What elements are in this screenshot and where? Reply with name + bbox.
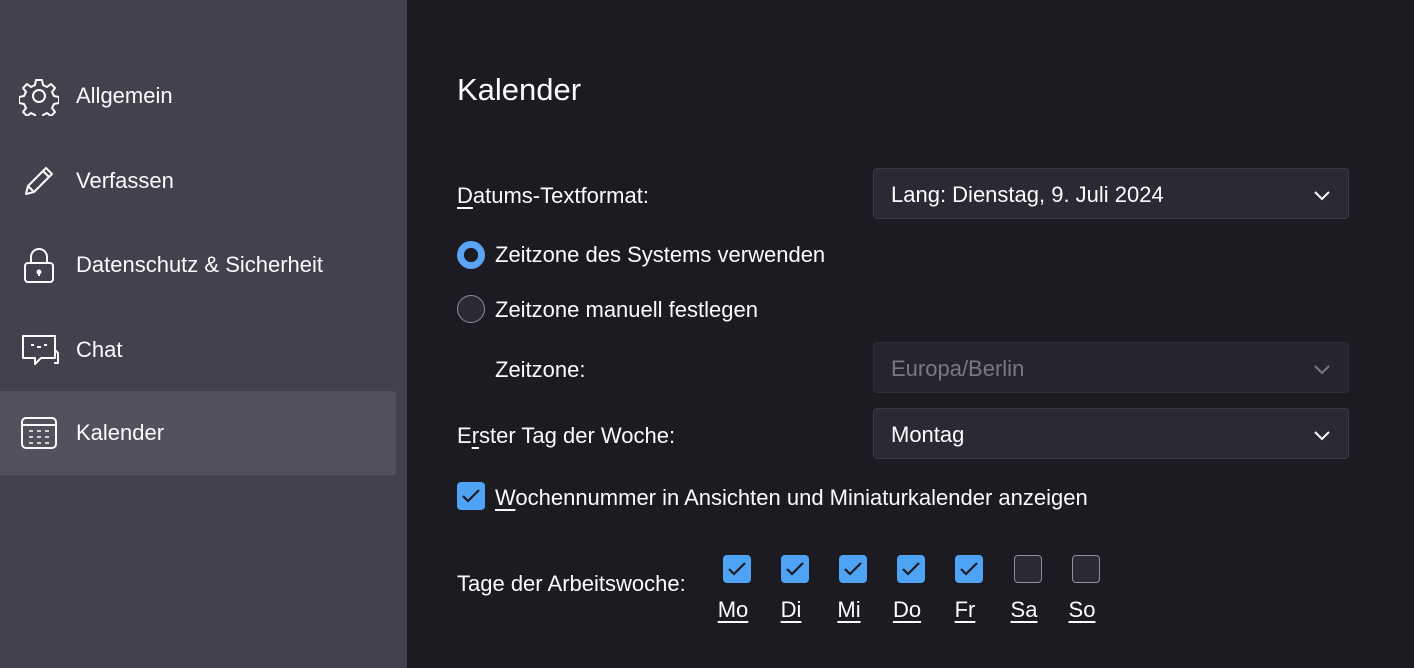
workweek-day-di-checkbox[interactable] [781, 555, 809, 583]
week-numbers-label: Wochennummer in Ansichten und Miniaturka… [495, 485, 1088, 510]
sidebar-item-label: Chat [76, 337, 123, 362]
sidebar-item-verfassen[interactable]: Verfassen [0, 139, 396, 223]
lock-icon [19, 245, 59, 285]
gear-icon [19, 76, 59, 116]
sidebar-item-label: Datenschutz & Sicherheit [76, 252, 324, 277]
workweek-day-label: Do [892, 597, 922, 622]
first-day-select[interactable]: Montag [873, 408, 1349, 459]
timezone-select[interactable]: Europa/Berlin [873, 342, 1349, 393]
workweek-day-mo-checkbox[interactable] [723, 555, 751, 583]
date-format-label: Datums-Textformat: [457, 183, 649, 208]
workweek-label: Tage der Arbeitswoche: [457, 571, 686, 596]
chevron-down-icon [1314, 365, 1330, 375]
checkmark-icon [728, 562, 746, 576]
workweek-day-fr-checkbox[interactable] [955, 555, 983, 583]
pencil-icon [19, 161, 59, 201]
workweek-day-do-checkbox[interactable] [897, 555, 925, 583]
workweek-day-label: Mi [837, 597, 861, 622]
checkmark-icon [786, 562, 804, 576]
workweek-day-sa-checkbox[interactable] [1014, 555, 1042, 583]
sidebar-item-label: Allgemein [76, 83, 173, 108]
checkmark-icon [902, 562, 920, 576]
sidebar-item-label: Kalender [76, 420, 165, 445]
timezone-value: Europa/Berlin [891, 356, 1025, 381]
timezone-manual-label: Zeitzone manuell festlegen [495, 297, 758, 322]
workweek-day-so-checkbox[interactable] [1072, 555, 1100, 583]
workweek-day-label: Di [780, 597, 802, 622]
date-format-select[interactable]: Lang: Dienstag, 9. Juli 2024 [873, 168, 1349, 219]
first-day-label: Erster Tag der Woche: [457, 423, 676, 448]
page-title: Kalender [457, 72, 582, 107]
timezone-label: Zeitzone: [495, 357, 586, 382]
checkmark-icon [844, 562, 862, 576]
date-format-value: Lang: Dienstag, 9. Juli 2024 [891, 182, 1164, 207]
workweek-day-label: Sa [1010, 597, 1038, 622]
timezone-manual-radio[interactable] [457, 295, 485, 323]
timezone-system-radio[interactable] [457, 241, 485, 269]
sidebar-item-allgemein[interactable]: Allgemein [0, 54, 396, 138]
sidebar: Allgemein Verfassen Datenschutz & Sicher… [0, 0, 407, 668]
sidebar-item-label: Verfassen [76, 168, 174, 193]
main-content: Kalender Datums-Textformat: Lang: Dienst… [407, 0, 1414, 668]
sidebar-item-chat[interactable]: Chat [0, 308, 396, 392]
timezone-system-label: Zeitzone des Systems verwenden [495, 242, 826, 267]
workweek-day-label: Mo [717, 597, 749, 622]
week-numbers-checkbox[interactable] [457, 482, 485, 510]
workweek-day-mi-checkbox[interactable] [839, 555, 867, 583]
sidebar-item-datenschutz[interactable]: Datenschutz & Sicherheit [0, 223, 396, 307]
checkmark-icon [960, 562, 978, 576]
calendar-icon [19, 413, 59, 453]
workweek-day-label: Fr [954, 597, 976, 622]
chat-icon [19, 330, 59, 370]
chevron-down-icon [1314, 191, 1330, 201]
sidebar-item-kalender[interactable]: Kalender [0, 391, 396, 475]
workweek-day-label: So [1068, 597, 1096, 622]
first-day-value: Montag [891, 422, 965, 447]
chevron-down-icon [1314, 431, 1330, 441]
checkmark-icon [462, 489, 480, 503]
